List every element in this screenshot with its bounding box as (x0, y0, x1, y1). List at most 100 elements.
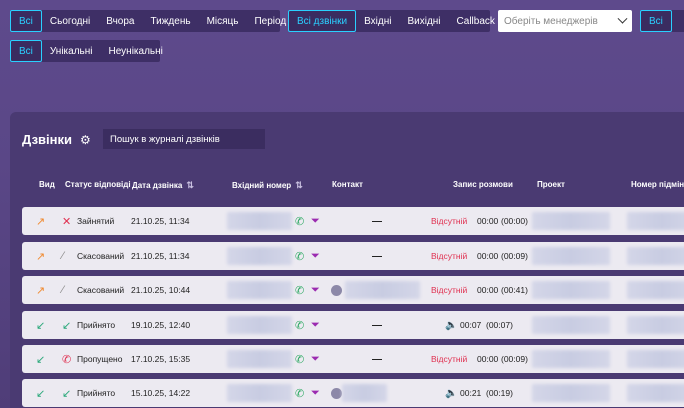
period-today[interactable]: Сьогодні (42, 10, 98, 32)
play-record[interactable]: 🔈 (445, 311, 461, 339)
call-date: 21.10.25, 11:34 (131, 251, 190, 261)
unique-unique[interactable]: Унікальні (42, 40, 101, 62)
outgoing-call-icon: ↗ (36, 215, 46, 228)
manager-select[interactable]: Оберіть менеджерів (498, 10, 632, 32)
table-row[interactable]: ↙ ✆ Пропущено 17.10.25, 15:35 ✆ ⏷ — Відс… (22, 345, 684, 373)
project-redacted (532, 247, 610, 265)
accepted-call-icon: ↙ (62, 319, 72, 332)
number-redacted (627, 247, 684, 265)
phone-icon[interactable]: ✆ (295, 207, 304, 235)
table-row[interactable]: ↗ ✕ Зайнятий 21.10.25, 11:34 ✆ ⏷ — Відсу… (22, 207, 684, 235)
search-input[interactable] (103, 129, 265, 149)
cancelled-call-icon: ⁄ (62, 250, 64, 262)
col-incoming-label: Вхідний номер (232, 181, 292, 190)
unique-nonunique[interactable]: Неунікальні (101, 40, 171, 62)
sort-icon[interactable]: ⇅ (295, 180, 303, 190)
record-duration: 00:07 (460, 320, 482, 330)
contact-avatar[interactable] (331, 379, 342, 407)
col-project: Проект (537, 180, 565, 189)
phone-icon[interactable]: ✆ (295, 242, 304, 270)
record-missing: Відсутній (431, 251, 468, 261)
contact-avatar[interactable] (331, 276, 342, 304)
filter-icon[interactable]: ⏷ (311, 276, 320, 304)
record-duration-total: (00:19) (486, 388, 513, 398)
status-text: Пропущено (77, 354, 123, 364)
period-month[interactable]: Місяць (199, 10, 247, 32)
filter-icon[interactable]: ⏷ (311, 242, 320, 270)
unique-all[interactable]: Всі (10, 40, 42, 62)
type-incoming[interactable]: Вхідні (356, 10, 399, 32)
project-redacted (532, 384, 610, 402)
project-redacted (532, 212, 610, 230)
period-week[interactable]: Тиждень (142, 10, 198, 32)
contact-value: — (372, 319, 382, 331)
speaker-icon[interactable]: 🔈 (445, 388, 457, 399)
contact-value: — (372, 353, 382, 365)
col-incoming[interactable]: Вхідний номер ⇅ (232, 180, 303, 191)
record-duration: 00:21 (460, 388, 482, 398)
record-missing: Відсутній (431, 216, 468, 226)
filter-icon[interactable]: ⏷ (311, 345, 320, 373)
contact-value: — (372, 250, 382, 262)
col-status: Статус відповіді (65, 180, 131, 189)
col-number: Номер підмінн (631, 180, 684, 189)
call-date: 21.10.25, 11:34 (131, 216, 190, 226)
filter-icon[interactable]: ⏷ (311, 207, 320, 235)
table-row[interactable]: ↙ ↙ Прийнято 15.10.25, 14:22 ✆ ⏷ 🔈 00:21… (22, 379, 684, 407)
number-redacted (627, 384, 684, 402)
incoming-number-redacted (227, 350, 292, 368)
record-missing: Відсутній (431, 354, 468, 364)
col-date-label: Дата дзвінка (132, 181, 183, 190)
col-date[interactable]: Дата дзвінка ⇅ (132, 180, 194, 191)
extra-filter: Всі (640, 10, 684, 32)
filter-icon[interactable]: ⏷ (311, 379, 320, 407)
number-redacted (627, 281, 684, 299)
phone-icon[interactable]: ✆ (295, 311, 304, 339)
filter-icon[interactable]: ⏷ (311, 311, 320, 339)
phone-icon[interactable]: ✆ (295, 345, 304, 373)
incoming-number-redacted (227, 384, 292, 402)
type-outgoing[interactable]: Вихідні (399, 10, 448, 32)
chevron-down-icon (617, 13, 628, 24)
contact-redacted (345, 281, 420, 299)
period-yesterday[interactable]: Вчора (98, 10, 142, 32)
table-row[interactable]: ↙ ↙ Прийнято 19.10.25, 12:40 ✆ ⏷ — 🔈 00:… (22, 311, 684, 339)
phone-icon[interactable]: ✆ (295, 276, 304, 304)
incoming-number-redacted (227, 281, 292, 299)
project-redacted (532, 350, 610, 368)
sort-icon[interactable]: ⇅ (186, 180, 194, 190)
period-filter: Всі Сьогодні Вчора Тиждень Місяць Період (10, 10, 286, 32)
type-callback[interactable]: Callback (449, 10, 503, 32)
call-type-filter: Всі дзвінки Вхідні Вихідні Callback (288, 10, 495, 32)
col-view: Вид (39, 180, 55, 189)
unique-filter: Всі Унікальні Неунікальні (10, 40, 163, 62)
outgoing-call-icon: ↗ (36, 284, 46, 297)
period-all[interactable]: Всі (10, 10, 42, 32)
call-date: 21.10.25, 10:44 (131, 285, 191, 295)
contact-redacted (342, 384, 387, 402)
incoming-number-redacted (227, 212, 292, 230)
incoming-number-redacted (227, 316, 292, 334)
status-text: Зайнятий (77, 216, 115, 226)
record-duration: 00:00 (477, 285, 499, 295)
speaker-icon[interactable]: 🔈 (445, 320, 457, 331)
extra-filter-all[interactable]: Всі (640, 10, 672, 32)
incoming-call-icon: ↙ (36, 387, 46, 400)
table-row[interactable]: ↗ ⁄ Скасований 21.10.25, 11:34 ✆ ⏷ — Від… (22, 242, 684, 270)
accepted-call-icon: ↙ (62, 387, 72, 400)
play-record[interactable]: 🔈 (445, 379, 461, 407)
phone-icon[interactable]: ✆ (295, 379, 304, 407)
contact-value: — (372, 215, 382, 227)
type-all-calls[interactable]: Всі дзвінки (288, 10, 357, 32)
table-row[interactable]: ↗ ⁄ Скасований 21.10.25, 10:44 ✆ ⏷ Відсу… (22, 276, 684, 304)
avatar-icon (331, 387, 342, 399)
missed-call-icon: ✆ (62, 353, 72, 366)
project-redacted (532, 316, 610, 334)
number-redacted (627, 316, 684, 334)
avatar-icon (331, 284, 342, 296)
incoming-call-icon: ↙ (36, 319, 46, 332)
record-duration-total: (00:09) (501, 251, 528, 261)
col-contact: Контакт (332, 180, 363, 189)
gear-icon[interactable]: ⚙ (80, 133, 91, 147)
record-duration-total: (00:00) (501, 216, 528, 226)
